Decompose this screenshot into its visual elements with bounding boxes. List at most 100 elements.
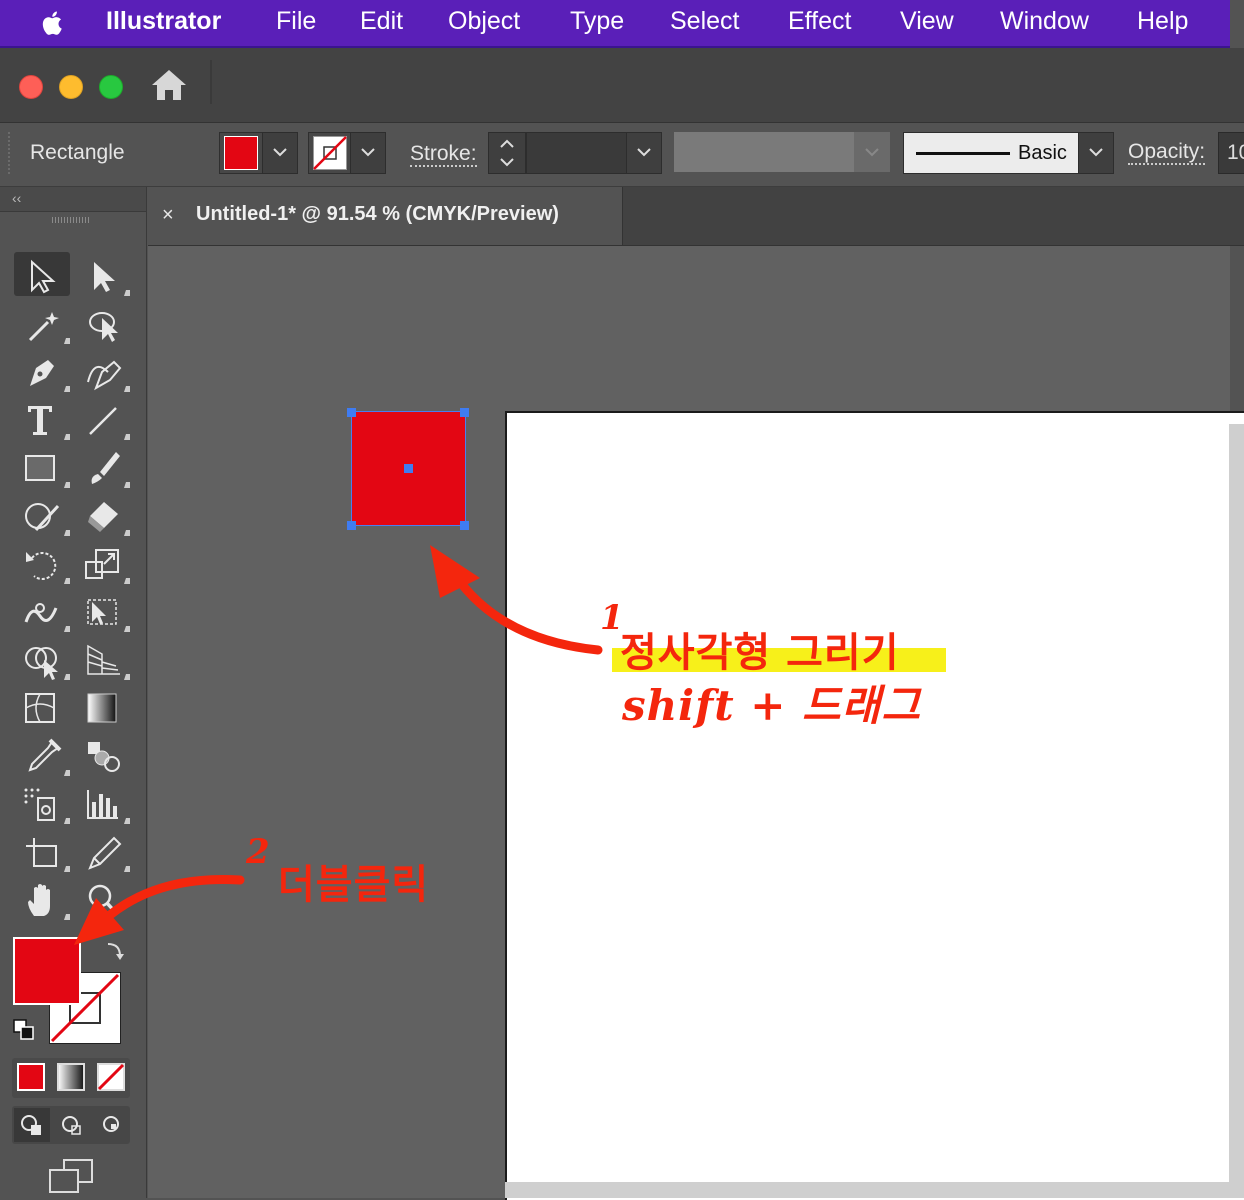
variable-width-profile[interactable] bbox=[674, 132, 854, 172]
close-tab-icon[interactable]: × bbox=[162, 204, 174, 227]
default-fill-stroke-icon[interactable] bbox=[12, 1018, 36, 1042]
bounding-handle-bottom-right[interactable] bbox=[460, 521, 469, 530]
draw-behind-button[interactable] bbox=[54, 1108, 90, 1142]
window-title-bar bbox=[0, 48, 1244, 123]
fill-swatch-large[interactable] bbox=[13, 937, 81, 1005]
bounding-handle-bottom-left[interactable] bbox=[347, 521, 356, 530]
horizontal-scrollbar[interactable] bbox=[505, 1182, 1244, 1198]
fill-dropdown-button[interactable] bbox=[262, 132, 298, 174]
eyedropper-tool[interactable] bbox=[14, 732, 70, 776]
zoom-magnifier-icon bbox=[88, 884, 118, 915]
direct-selection-tool[interactable] bbox=[74, 252, 130, 296]
free-transform-tool[interactable] bbox=[74, 588, 130, 632]
artboard[interactable] bbox=[505, 411, 1244, 1200]
selection-tool[interactable] bbox=[14, 252, 70, 296]
column-graph-tool[interactable] bbox=[74, 780, 130, 824]
control-bar-grip[interactable] bbox=[6, 132, 12, 176]
perspective-grid-tool[interactable] bbox=[74, 636, 130, 680]
slice-knife-icon bbox=[88, 836, 130, 872]
line-segment-tool[interactable] bbox=[74, 396, 130, 440]
home-icon[interactable] bbox=[150, 68, 188, 102]
selection-type-label: Rectangle bbox=[30, 141, 125, 164]
bounding-handle-top-right[interactable] bbox=[460, 408, 469, 417]
stroke-weight-label[interactable]: Stroke: bbox=[410, 143, 477, 167]
symbol-sprayer-tool[interactable] bbox=[14, 780, 70, 824]
fill-color-control[interactable] bbox=[219, 132, 263, 174]
opacity-label[interactable]: Opacity: bbox=[1128, 141, 1206, 165]
shaper-tool[interactable] bbox=[14, 492, 70, 536]
paintbrush-tool[interactable] bbox=[74, 444, 130, 488]
menu-window[interactable]: Window bbox=[1000, 7, 1089, 36]
zoom-tool[interactable] bbox=[74, 876, 130, 920]
gradient-mode-button[interactable] bbox=[57, 1063, 85, 1091]
minimize-window-button[interactable] bbox=[59, 75, 83, 99]
column-graph-icon bbox=[87, 790, 130, 824]
vertical-scrollbar[interactable] bbox=[1229, 424, 1244, 1198]
shape-builder-tool[interactable] bbox=[14, 636, 70, 680]
center-point[interactable] bbox=[404, 464, 413, 473]
magic-wand-tool[interactable] bbox=[14, 300, 70, 344]
swap-fill-stroke-icon[interactable] bbox=[104, 940, 128, 964]
gradient-tool[interactable] bbox=[74, 684, 130, 728]
lasso-tool[interactable] bbox=[74, 300, 130, 344]
direct-selection-arrow-icon bbox=[94, 262, 130, 296]
stroke-color-control[interactable] bbox=[308, 132, 352, 174]
chevron-down-icon bbox=[273, 148, 287, 157]
chevron-down-icon bbox=[361, 148, 375, 157]
stroke-weight-input[interactable] bbox=[526, 132, 628, 174]
rotate-tool[interactable] bbox=[14, 540, 70, 584]
curvature-tool[interactable] bbox=[74, 348, 130, 392]
step2-number: 2 bbox=[246, 832, 271, 872]
panel-grip-icon[interactable] bbox=[52, 216, 90, 224]
blend-tool[interactable] bbox=[74, 732, 130, 776]
variable-width-dropdown[interactable] bbox=[854, 132, 890, 172]
scale-icon bbox=[85, 549, 130, 584]
mesh-icon bbox=[25, 693, 55, 723]
change-screen-mode-icon[interactable] bbox=[48, 1158, 96, 1194]
menu-effect[interactable]: Effect bbox=[788, 7, 851, 36]
eraser-tool[interactable] bbox=[74, 492, 130, 536]
chevron-down-icon bbox=[865, 148, 879, 157]
type-t-icon bbox=[28, 406, 70, 440]
bounding-handle-top-left[interactable] bbox=[347, 408, 356, 417]
menu-object[interactable]: Object bbox=[448, 7, 520, 36]
menu-type[interactable]: Type bbox=[570, 7, 624, 36]
line-segment-icon bbox=[89, 407, 130, 440]
hand-tool[interactable] bbox=[14, 876, 70, 920]
apple-icon[interactable] bbox=[38, 8, 68, 38]
draw-inside-button[interactable] bbox=[94, 1108, 128, 1142]
collapse-panel-icon[interactable]: ‹‹ bbox=[12, 190, 21, 206]
type-tool[interactable] bbox=[14, 396, 70, 440]
stroke-weight-dropdown[interactable] bbox=[626, 132, 662, 174]
scale-tool[interactable] bbox=[74, 540, 130, 584]
blend-icon bbox=[88, 742, 120, 772]
brush-definition-control[interactable]: Basic bbox=[903, 132, 1079, 174]
menu-file[interactable]: File bbox=[276, 7, 316, 36]
stroke-weight-stepper[interactable] bbox=[488, 132, 526, 174]
stroke-none-swatch[interactable] bbox=[313, 136, 347, 170]
slice-tool[interactable] bbox=[74, 828, 130, 872]
menu-view[interactable]: View bbox=[900, 7, 954, 36]
tools-panel-header bbox=[0, 187, 146, 212]
artboard-tool[interactable] bbox=[14, 828, 70, 872]
none-mode-button[interactable] bbox=[97, 1063, 125, 1091]
close-window-button[interactable] bbox=[19, 75, 43, 99]
menu-app-name[interactable]: Illustrator bbox=[106, 7, 221, 36]
warp-tool[interactable] bbox=[14, 588, 70, 632]
mesh-tool[interactable] bbox=[14, 684, 70, 728]
menu-select[interactable]: Select bbox=[670, 7, 739, 36]
maximize-window-button[interactable] bbox=[99, 75, 123, 99]
brush-dropdown-button[interactable] bbox=[1078, 132, 1114, 174]
pen-tool[interactable] bbox=[14, 348, 70, 392]
draw-normal-button[interactable] bbox=[14, 1108, 50, 1142]
stepper-arrows-icon bbox=[500, 139, 514, 167]
step1-instruction: 정사각형 그리기 bbox=[620, 629, 900, 676]
menu-edit[interactable]: Edit bbox=[360, 7, 403, 36]
color-mode-button[interactable] bbox=[17, 1063, 45, 1091]
stroke-dropdown-button[interactable] bbox=[350, 132, 386, 174]
gradient-icon bbox=[87, 693, 117, 723]
opacity-input[interactable]: 10 bbox=[1218, 132, 1244, 174]
rectangle-tool[interactable] bbox=[14, 444, 70, 488]
menu-help[interactable]: Help bbox=[1137, 7, 1188, 36]
fill-swatch[interactable] bbox=[224, 136, 258, 170]
